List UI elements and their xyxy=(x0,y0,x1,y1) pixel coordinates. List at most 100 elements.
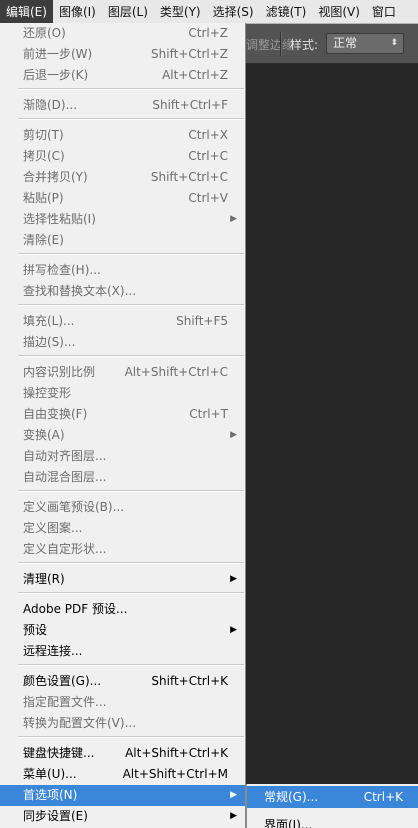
options-divider xyxy=(280,32,282,56)
menu-item-shortcut: Ctrl+C xyxy=(188,149,228,163)
menu-item-shortcut: Shift+Ctrl+C xyxy=(150,170,228,184)
menu-window[interactable]: 窗口 xyxy=(366,0,402,24)
menu-item-copy[interactable]: 拷贝(C) Ctrl+C xyxy=(0,146,245,167)
menu-item-auto-align-layers[interactable]: 自动对齐图层... xyxy=(0,446,245,467)
triangle-right-icon: ▶ xyxy=(230,574,237,584)
menu-item-label: 定义自定形状... xyxy=(23,542,107,556)
menu-image[interactable]: 图像(I) xyxy=(53,0,102,24)
menu-item-shortcut: Alt+Ctrl+Z xyxy=(162,68,228,82)
menu-edit[interactable]: 编辑(E) xyxy=(0,0,53,24)
menu-item-step-forward[interactable]: 前进一步(W) Shift+Ctrl+Z xyxy=(0,44,245,65)
triangle-right-icon: ▶ xyxy=(230,790,237,800)
menu-item-label: 定义图案... xyxy=(23,521,83,535)
submenu-item-interface[interactable]: 界面(I)... xyxy=(247,814,418,828)
menu-item-label: 拷贝(C) xyxy=(23,149,65,163)
menu-item-transform[interactable]: 变换(A) ▶ xyxy=(0,425,245,446)
menu-item-shortcut: Alt+Shift+Ctrl+K xyxy=(125,746,228,760)
menu-item-label: 键盘快捷键... xyxy=(23,746,95,760)
menu-item-check-spelling[interactable]: 拼写检查(H)... xyxy=(0,260,245,281)
menu-item-fade[interactable]: 渐隐(D)... Shift+Ctrl+F xyxy=(0,95,245,116)
menu-item-label: 选择性粘贴(I) xyxy=(23,212,96,226)
menu-item-undo[interactable]: 还原(O) Ctrl+Z xyxy=(0,23,245,44)
menu-item-label: 剪切(T) xyxy=(23,128,64,142)
menu-separator xyxy=(18,490,244,492)
menu-select[interactable]: 选择(S) xyxy=(207,0,260,24)
menu-item-label: 自由变换(F) xyxy=(23,407,88,421)
menu-item-auto-blend-layers[interactable]: 自动混合图层... xyxy=(0,467,245,488)
menu-item-assign-profile[interactable]: 指定配置文件... xyxy=(0,692,245,713)
menu-item-convert-to-profile[interactable]: 转换为配置文件(V)... xyxy=(0,713,245,734)
menu-item-remote-connections[interactable]: 远程连接... xyxy=(0,641,245,662)
menu-item-copy-merged[interactable]: 合并拷贝(Y) Shift+Ctrl+C xyxy=(0,167,245,188)
menu-layer[interactable]: 图层(L) xyxy=(102,0,154,24)
menu-item-define-pattern[interactable]: 定义图案... xyxy=(0,518,245,539)
menu-item-find-replace-text[interactable]: 查找和替换文本(X)... xyxy=(0,281,245,302)
style-select[interactable]: 正常 ⬍ xyxy=(326,33,404,54)
menu-item-presets[interactable]: 预设 ▶ xyxy=(0,620,245,641)
menu-item-shortcut: Alt+Shift+Ctrl+M xyxy=(122,767,228,781)
submenu-item-label: 界面(I)... xyxy=(264,818,313,828)
menu-separator xyxy=(18,304,244,306)
menu-item-label: 描边(S)... xyxy=(23,335,76,349)
preferences-submenu: 常规(G)... Ctrl+K 界面(I)... xyxy=(246,784,418,828)
menu-item-define-custom-shape[interactable]: 定义自定形状... xyxy=(0,539,245,560)
menu-item-label: 还原(O) xyxy=(23,26,66,40)
menu-item-label: 粘贴(P) xyxy=(23,191,64,205)
menu-item-shortcut: Ctrl+V xyxy=(188,191,228,205)
menu-item-label: 填充(L)... xyxy=(23,314,75,328)
menu-view[interactable]: 视图(V) xyxy=(312,0,366,24)
menu-item-purge[interactable]: 清理(R) ▶ xyxy=(0,569,245,590)
menu-item-label: 变换(A) xyxy=(23,428,65,442)
menu-item-label: 指定配置文件... xyxy=(23,695,107,709)
menu-item-paste[interactable]: 粘贴(P) Ctrl+V xyxy=(0,188,245,209)
menu-item-shortcut: Ctrl+X xyxy=(188,128,228,142)
menu-separator xyxy=(18,592,244,594)
menu-type[interactable]: 类型(Y) xyxy=(154,0,207,24)
menu-item-shortcut: Shift+Ctrl+Z xyxy=(151,47,228,61)
menu-item-label: 自动对齐图层... xyxy=(23,449,107,463)
menu-separator xyxy=(18,562,244,564)
menu-item-clear[interactable]: 清除(E) xyxy=(0,230,245,251)
menu-separator xyxy=(18,736,244,738)
menu-item-label: 自动混合图层... xyxy=(23,470,107,484)
menu-item-label: Adobe PDF 预设... xyxy=(23,602,128,616)
menu-item-shortcut: Shift+Ctrl+K xyxy=(151,674,228,688)
menu-item-label: 清除(E) xyxy=(23,233,64,247)
menu-item-label: 合并拷贝(Y) xyxy=(23,170,88,184)
triangle-right-icon: ▶ xyxy=(230,811,237,821)
menu-item-paste-special[interactable]: 选择性粘贴(I) ▶ xyxy=(0,209,245,230)
menu-item-label: 定义画笔预设(B)... xyxy=(23,500,125,514)
menu-item-label: 首选项(N) xyxy=(23,788,78,802)
edit-menu-dropdown: 还原(O) Ctrl+Z 前进一步(W) Shift+Ctrl+Z 后退一步(K) Alt… xyxy=(0,23,246,828)
menu-item-label: 远程连接... xyxy=(23,644,83,658)
menu-item-define-brush-preset[interactable]: 定义画笔预设(B)... xyxy=(0,497,245,518)
menu-separator xyxy=(18,355,244,357)
menu-item-keyboard-shortcuts[interactable]: 键盘快捷键... Alt+Shift+Ctrl+K xyxy=(0,743,245,764)
menu-item-color-settings[interactable]: 颜色设置(G)... Shift+Ctrl+K xyxy=(0,671,245,692)
menu-item-step-backward[interactable]: 后退一步(K) Alt+Ctrl+Z xyxy=(0,65,245,86)
menu-item-stroke[interactable]: 描边(S)... xyxy=(0,332,245,353)
menu-item-shortcut: Shift+Ctrl+F xyxy=(152,98,228,112)
menu-item-free-transform[interactable]: 自由变换(F) Ctrl+T xyxy=(0,404,245,425)
menu-filter[interactable]: 滤镜(T) xyxy=(260,0,313,24)
menu-separator xyxy=(18,88,244,90)
menu-item-cut[interactable]: 剪切(T) Ctrl+X xyxy=(0,125,245,146)
menu-bar: 编辑(E) 图像(I) 图层(L) 类型(Y) 选择(S) 滤镜(T) 视图(V… xyxy=(0,0,418,24)
triangle-right-icon: ▶ xyxy=(230,214,237,224)
menu-item-content-aware-scale[interactable]: 内容识别比例 Alt+Shift+Ctrl+C xyxy=(0,362,245,383)
refine-edge-button[interactable]: 调整边缘 xyxy=(246,36,294,53)
menu-item-preferences[interactable]: 首选项(N) ▶ xyxy=(0,785,245,806)
menu-item-label: 操控变形 xyxy=(23,386,72,400)
menu-item-fill[interactable]: 填充(L)... Shift+F5 xyxy=(0,311,245,332)
style-label: 样式: xyxy=(290,38,319,52)
workspace-canvas xyxy=(246,64,418,828)
submenu-item-general[interactable]: 常规(G)... Ctrl+K xyxy=(247,786,418,808)
menu-item-label: 预设 xyxy=(23,623,48,637)
menu-item-adobe-pdf-presets[interactable]: Adobe PDF 预设... xyxy=(0,599,245,620)
menu-item-puppet-warp[interactable]: 操控变形 xyxy=(0,383,245,404)
menu-item-menus[interactable]: 菜单(U)... Alt+Shift+Ctrl+M xyxy=(0,764,245,785)
menu-item-sync-settings[interactable]: 同步设置(E) ▶ xyxy=(0,806,245,827)
menu-separator xyxy=(18,118,244,120)
submenu-item-shortcut: Ctrl+K xyxy=(363,790,403,804)
menu-item-label: 拼写检查(H)... xyxy=(23,263,101,277)
